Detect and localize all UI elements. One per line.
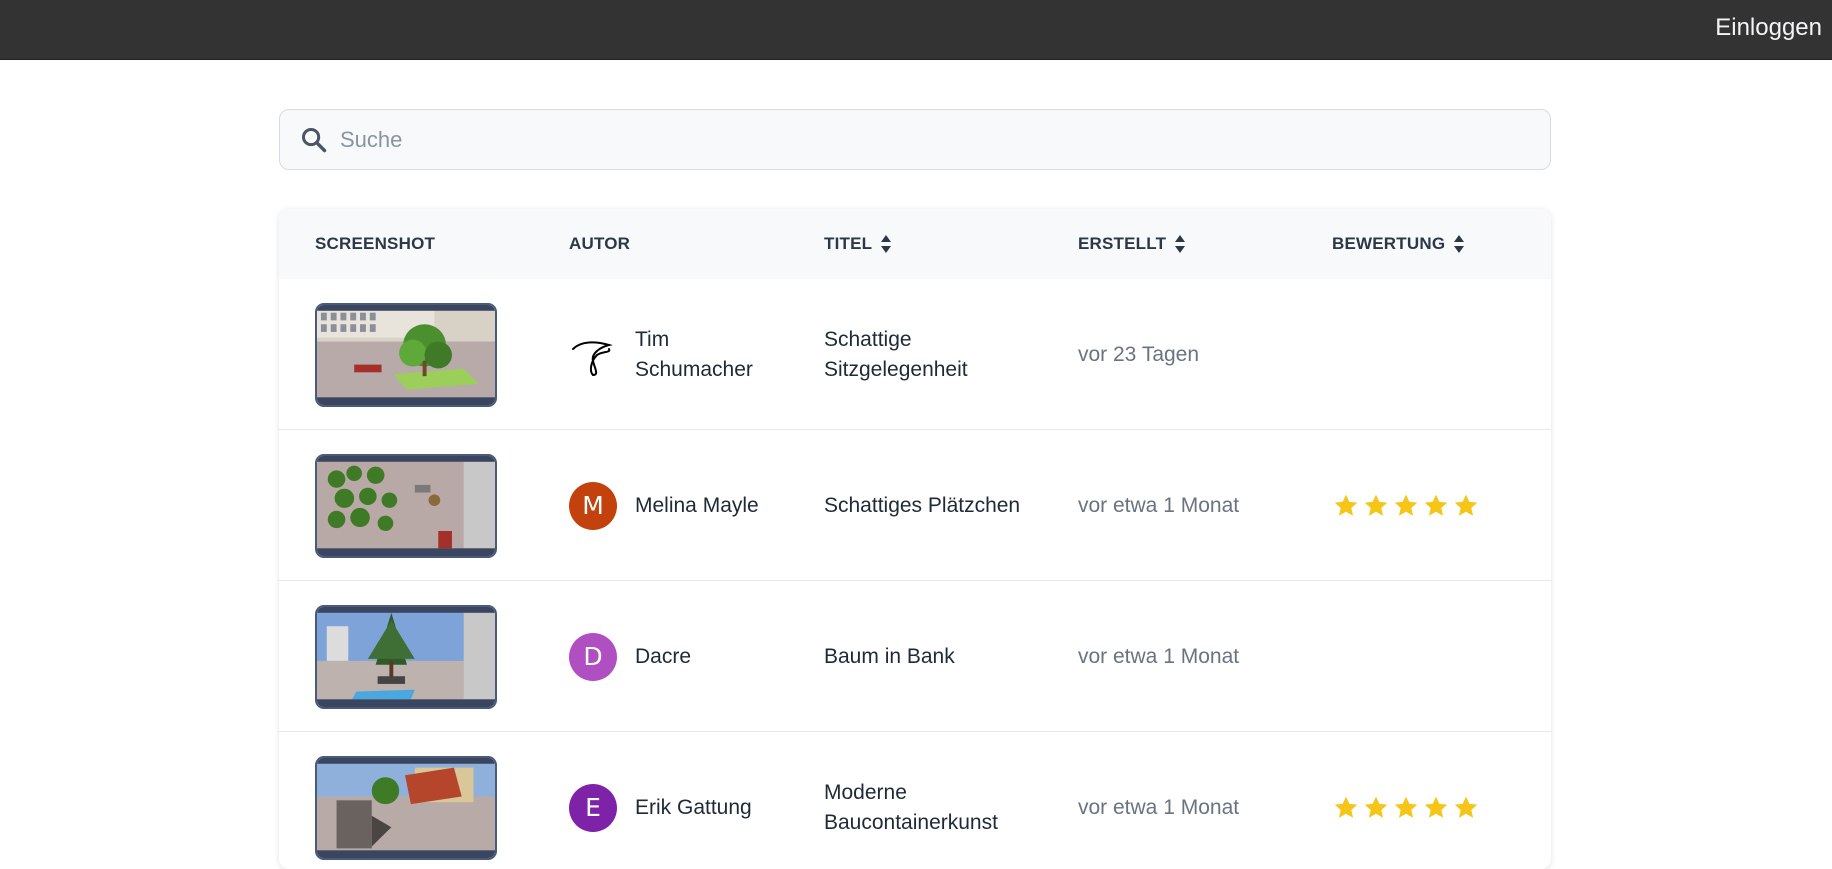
star-icon <box>1424 796 1448 818</box>
created-date: vor etwa 1 Monat <box>1078 795 1240 819</box>
column-header-created[interactable]: ERSTELLT <box>1078 234 1186 254</box>
star-icon <box>1394 494 1418 516</box>
created-date: vor etwa 1 Monat <box>1078 644 1240 668</box>
table-row[interactable]: Tim Schumacher Schattige Sitzgelegenheit… <box>279 279 1551 430</box>
author-name: Melina Mayle <box>635 493 759 517</box>
scene-image <box>317 305 495 405</box>
sort-icon[interactable] <box>1174 234 1186 254</box>
column-header-rating[interactable]: BEWERTUNG <box>1332 234 1465 254</box>
star-icon <box>1334 796 1358 818</box>
star-icon <box>1364 494 1388 516</box>
star-icon <box>1394 796 1418 818</box>
top-navigation-bar: Einloggen <box>0 0 1832 60</box>
entries-table: SCREENSHOT AUTOR TITEL ERSTELLT BEWERTUN… <box>279 209 1551 869</box>
table-header: SCREENSHOT AUTOR TITEL ERSTELLT BEWERTUN… <box>279 209 1551 279</box>
screenshot-thumbnail[interactable] <box>315 605 497 709</box>
author-cell: M Melina Mayle <box>569 430 765 581</box>
table-row[interactable]: D Dacre Baum in Bank vor etwa 1 Monat <box>279 581 1551 732</box>
column-header-title[interactable]: TITEL <box>824 234 892 254</box>
star-icon <box>1454 796 1478 818</box>
author-avatar: D <box>569 632 617 681</box>
rating-stars <box>1333 732 1483 869</box>
star-icon <box>1334 494 1358 516</box>
author-name: Erik Gattung <box>635 795 752 819</box>
star-icon <box>1454 494 1478 516</box>
login-link[interactable]: Einloggen <box>1715 14 1822 42</box>
screenshot-thumbnail[interactable] <box>315 454 497 558</box>
star-icon <box>1364 796 1388 818</box>
search-icon <box>301 127 327 153</box>
table-row[interactable]: E Erik Gattung Moderne Baucontainerkunst… <box>279 732 1551 869</box>
search-input[interactable] <box>340 110 1530 169</box>
author-name: Tim Schumacher <box>635 327 753 381</box>
screenshot-thumbnail[interactable] <box>315 756 497 860</box>
sort-icon[interactable] <box>880 234 892 254</box>
rating-stars <box>1333 430 1483 581</box>
sort-icon[interactable] <box>1453 234 1465 254</box>
column-header-author: AUTOR <box>569 234 631 253</box>
entry-title: Moderne Baucontainerkunst <box>824 780 998 834</box>
entry-title: Schattige Sitzgelegenheit <box>824 327 968 381</box>
table-row[interactable]: M Melina Mayle Schattiges Plätzchen vor … <box>279 430 1551 581</box>
search-bar[interactable] <box>279 109 1551 170</box>
scene-image <box>317 758 495 858</box>
screenshot-thumbnail[interactable] <box>315 303 497 407</box>
entry-title: Baum in Bank <box>824 644 955 668</box>
scene-image <box>317 456 495 556</box>
author-name: Dacre <box>635 644 692 668</box>
author-avatar: M <box>569 481 617 530</box>
author-cell: D Dacre <box>569 581 765 732</box>
column-header-screenshot: SCREENSHOT <box>315 234 436 253</box>
signature-avatar-icon <box>572 340 613 376</box>
author-cell: Tim Schumacher <box>569 279 765 430</box>
author-cell: E Erik Gattung <box>569 732 765 869</box>
author-avatar: E <box>569 783 617 832</box>
created-date: vor etwa 1 Monat <box>1078 493 1240 517</box>
star-icon <box>1424 494 1448 516</box>
scene-image <box>317 607 495 707</box>
created-date: vor 23 Tagen <box>1078 342 1200 366</box>
entry-title: Schattiges Plätzchen <box>824 493 1021 517</box>
